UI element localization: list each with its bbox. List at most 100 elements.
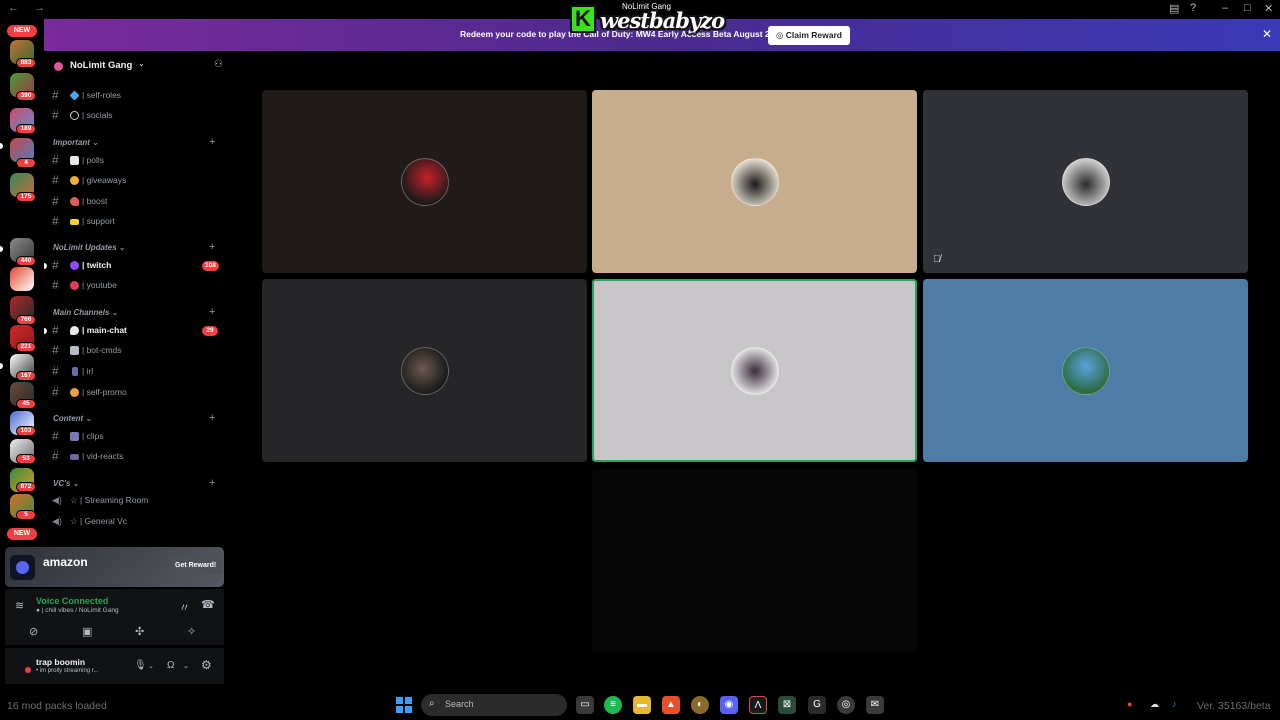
voice-channel-general-vc[interactable]: ◀) ☆ | General Vc <box>52 513 222 531</box>
gear-icon[interactable]: ⚙ <box>201 658 212 672</box>
video-tile[interactable] <box>592 90 917 273</box>
tray-icon[interactable]: ♪ <box>1172 699 1177 709</box>
user-panel: trap boomin • im prolly streaming r... 🎙… <box>5 648 224 684</box>
get-reward-button[interactable]: Get Reward! <box>169 558 223 574</box>
streamer-watermark: K NoLimit Gang westbabyzo <box>568 2 725 36</box>
noise-suppression-icon[interactable]: 〃 <box>179 599 190 615</box>
tray-icon[interactable]: ● <box>1127 699 1132 709</box>
new-badge: NEW <box>7 25 37 37</box>
search-icon: ⌕ <box>429 698 435 709</box>
channel-label: | self-promo <box>82 387 127 397</box>
category-updates[interactable]: NoLimit Updates ⌄ + <box>52 241 222 255</box>
server-badge: 766 <box>16 315 36 325</box>
taskbar-search-input[interactable]: ⌕ Search <box>421 694 567 716</box>
maximize-icon[interactable]: □ <box>1244 2 1251 14</box>
chevron-down-icon: ⌄ <box>138 59 145 68</box>
add-channel-icon[interactable]: + <box>209 306 215 318</box>
hash-icon: # <box>52 88 59 102</box>
close-window-icon[interactable]: ✕ <box>1264 2 1273 15</box>
phone-icon <box>72 367 78 376</box>
channel-self-roles[interactable]: # | self-roles <box>52 87 222 105</box>
category-content[interactable]: Content ⌄ + <box>52 412 222 426</box>
channel-twitch[interactable]: # | twitch 108 <box>44 257 222 275</box>
voice-status[interactable]: Voice Connected <box>36 596 108 606</box>
back-forward-icon[interactable]: ← → <box>8 2 51 14</box>
screen-share-icon[interactable]: ▣ <box>82 625 92 638</box>
category-main-channels[interactable]: Main Channels ⌄ + <box>52 306 222 320</box>
avatar[interactable] <box>25 667 31 673</box>
category-important[interactable]: Important ⌄ + <box>52 136 222 150</box>
channel-youtube[interactable]: # | youtube <box>52 277 222 295</box>
channel-boost[interactable]: # | boost <box>52 193 222 211</box>
app-icon[interactable]: ✉ <box>866 696 884 714</box>
logitech-icon[interactable]: G <box>808 696 826 714</box>
add-channel-icon[interactable]: + <box>209 477 215 489</box>
help-icon[interactable]: ? <box>1190 2 1196 14</box>
inbox-icon[interactable]: ▤ <box>1169 2 1179 15</box>
video-tile-speaking[interactable] <box>592 279 917 462</box>
discord-icon[interactable]: ◉ <box>720 696 738 714</box>
channel-polls[interactable]: # | polls <box>52 152 222 170</box>
server-icon[interactable] <box>10 267 34 291</box>
channel-support[interactable]: # | support <box>52 213 222 231</box>
signal-icon[interactable]: ≋ <box>15 599 24 612</box>
camera-off-icon[interactable]: ⊘ <box>29 625 38 638</box>
add-channel-icon[interactable]: + <box>209 412 215 424</box>
new-badge: NEW <box>7 528 37 540</box>
video-tile[interactable] <box>262 279 587 462</box>
username[interactable]: trap boomin <box>36 657 85 667</box>
channel-bot-cmds[interactable]: # | bot-cmds <box>52 342 222 360</box>
hash-icon: # <box>52 194 59 208</box>
video-tile[interactable] <box>262 90 587 273</box>
channel-vid-reacts[interactable]: # | vid-reacts <box>52 448 222 466</box>
channel-label: | boost <box>82 196 108 206</box>
invite-icon[interactable]: ⚇ <box>214 59 223 70</box>
channel-giveaways[interactable]: # | giveaways <box>52 172 222 190</box>
hash-icon: # <box>52 258 59 272</box>
cloud-icon[interactable]: ☁ <box>1150 699 1159 710</box>
soundboard-icon[interactable]: ✧ <box>187 625 196 638</box>
speech-bubble-icon <box>70 326 79 335</box>
microphone-icon[interactable]: 🎙 <box>134 660 147 671</box>
chevron-down-icon[interactable]: ⌄ <box>183 662 189 670</box>
avatar <box>1062 158 1110 206</box>
brave-browser-icon[interactable]: ▲ <box>662 696 680 714</box>
category-vcs[interactable]: VC's ⌄ + <box>52 477 222 491</box>
hash-icon: # <box>52 108 59 122</box>
add-channel-icon[interactable]: + <box>209 136 215 148</box>
voice-channel-path[interactable]: ● | chill vibes / NoLimit Gang <box>36 607 119 614</box>
app-icon[interactable]: ◎ <box>837 696 855 714</box>
app-icon[interactable]: ◐ <box>691 696 709 714</box>
app-icon[interactable]: Λ <box>749 696 767 714</box>
claim-reward-button[interactable]: ◎ Claim Reward <box>768 26 850 45</box>
video-tile[interactable]: 🎙̸ <box>923 90 1248 273</box>
clapper-icon <box>70 432 79 441</box>
xbox-icon[interactable]: ⊠ <box>778 696 796 714</box>
server-badge: 440 <box>16 256 36 266</box>
channel-irl[interactable]: # | irl <box>52 363 222 381</box>
category-label: VC's ⌄ <box>53 479 80 488</box>
file-explorer-icon[interactable]: ▬ <box>633 696 651 714</box>
channel-label: | socials <box>82 110 113 120</box>
headphones-icon[interactable]: Ω <box>167 660 174 671</box>
spotify-icon[interactable]: ≡ <box>604 696 622 714</box>
channel-self-promo[interactable]: # | self-promo <box>52 384 222 402</box>
channel-socials[interactable]: # | socials <box>52 107 222 125</box>
close-banner-icon[interactable]: ✕ <box>1262 27 1272 41</box>
channel-label: | vid-reacts <box>82 451 124 461</box>
voice-channel-streaming-room[interactable]: ◀) ☆ | Streaming Room <box>52 492 222 510</box>
disconnect-icon[interactable]: ☎ <box>201 598 215 611</box>
mention-badge: 108 <box>202 261 219 271</box>
windows-start-icon[interactable] <box>396 697 412 713</box>
video-tile[interactable] <box>923 279 1248 462</box>
activities-icon[interactable]: ✣ <box>135 625 144 638</box>
channel-clips[interactable]: # | clips <box>52 428 222 446</box>
chevron-down-icon[interactable]: ⌄ <box>148 662 154 670</box>
server-header[interactable]: NoLimit Gang ⌄ ⚇ <box>52 59 223 75</box>
add-channel-icon[interactable]: + <box>209 241 215 253</box>
robot-icon <box>70 346 79 355</box>
task-view-icon[interactable]: ▭ <box>576 696 594 714</box>
category-label: Content ⌄ <box>53 414 93 423</box>
channel-main-chat[interactable]: # | main-chat 29 <box>44 322 222 340</box>
minimize-icon[interactable]: – <box>1222 2 1228 14</box>
